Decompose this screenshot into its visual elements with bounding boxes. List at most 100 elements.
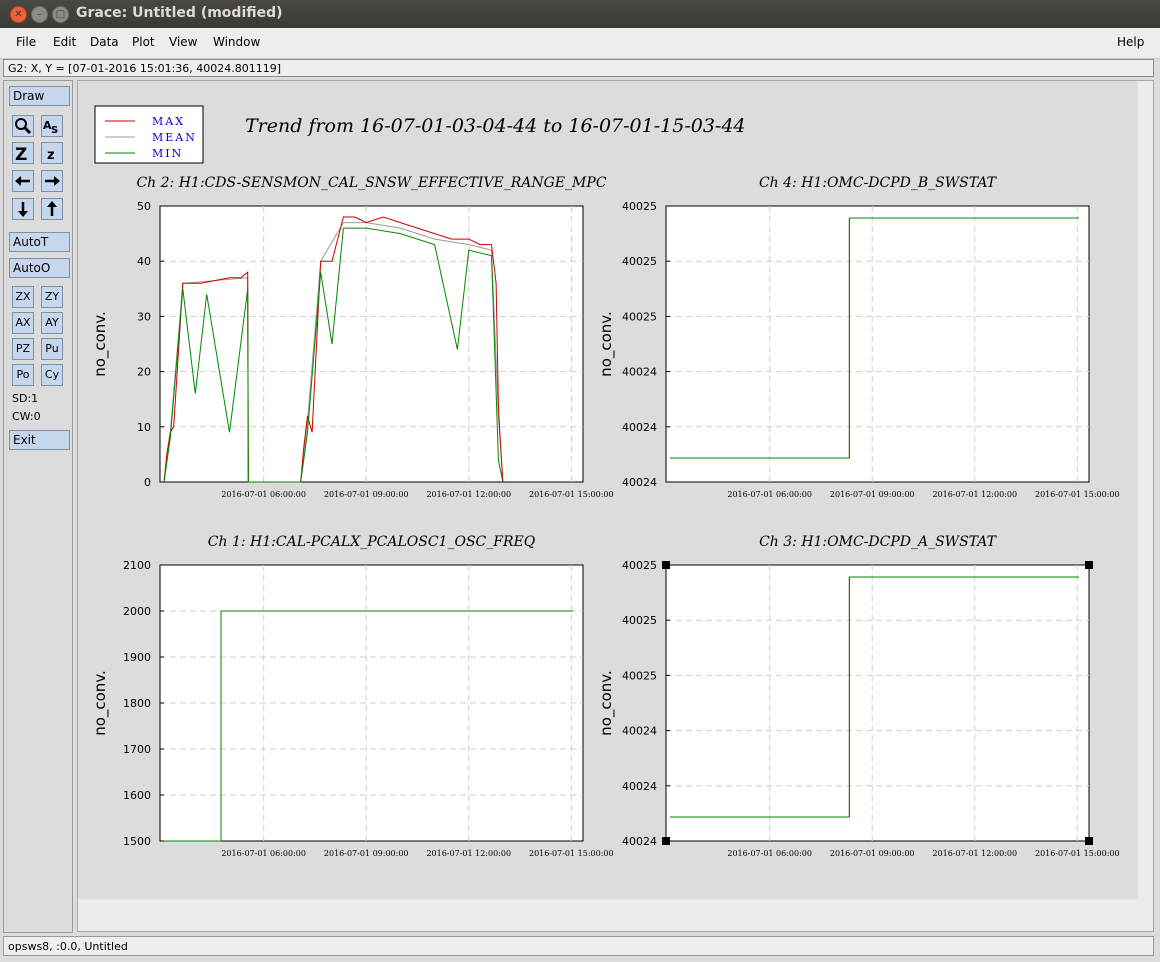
y-tick-label: 1700 [123, 743, 151, 756]
autoscale-text-button[interactable]: AS [41, 115, 63, 137]
x-tick-label: 2016-07-01 12:00:00 [932, 849, 1017, 858]
svg-text:Z: Z [15, 145, 27, 163]
pop-button[interactable]: Po [12, 364, 34, 386]
x-tick-label: 2016-07-01 15:00:00 [529, 490, 614, 499]
y-tick-label: 40025 [622, 559, 657, 572]
y-tick-label: 1500 [123, 835, 151, 848]
menu-help[interactable]: Help [1117, 35, 1144, 49]
window-close-button[interactable]: ✕ [10, 6, 27, 23]
chart-panel [665, 564, 1090, 842]
y-tick-label: 1600 [123, 789, 151, 802]
y-tick-label: 40024 [622, 835, 657, 848]
y-tick-label: 30 [137, 310, 151, 323]
selection-handle [1085, 837, 1093, 845]
y-tick-label: 40025 [622, 614, 657, 627]
x-tick-label: 2016-07-01 15:00:00 [529, 849, 614, 858]
chart-panel [159, 205, 584, 483]
zoom-in-z-icon: Z [15, 145, 27, 165]
scroll-up-button[interactable] [41, 198, 63, 220]
x-tick-label: 2016-07-01 06:00:00 [727, 490, 812, 499]
exit-button[interactable]: Exit [9, 430, 70, 450]
arrow-left-icon [15, 176, 30, 186]
magnifier-icon [15, 118, 32, 135]
autoscale-y-button[interactable]: AY [41, 312, 63, 334]
current-world-label: CW:0 [12, 410, 41, 423]
autoscale-x-button[interactable]: AX [12, 312, 34, 334]
chart-panel [665, 205, 1090, 483]
x-tick-label: 2016-07-01 06:00:00 [727, 849, 812, 858]
y-tick-label: 0 [144, 476, 151, 489]
push-button[interactable]: Pu [41, 338, 63, 360]
y-axis-label: no_conv. [91, 670, 110, 736]
x-tick-label: 2016-07-01 15:00:00 [1035, 849, 1120, 858]
chart-title: Ch 4: H1:OMC-DCPD_B_SWSTAT [759, 175, 998, 191]
chart-panel [159, 564, 584, 842]
y-axis-label: no_conv. [597, 670, 616, 736]
scroll-left-button[interactable] [12, 170, 34, 192]
legend-label-min: MIN [152, 147, 183, 160]
y-tick-label: 40024 [622, 476, 657, 489]
tool-panel: Draw AS Z z AutoT AutoO ZX ZY AX AY PZ P… [3, 80, 73, 933]
y-tick-label: 40025 [622, 669, 657, 682]
autoscale-ticks-button[interactable]: AutoT [9, 232, 70, 252]
y-tick-label: 10 [137, 421, 151, 434]
window-maximize-button[interactable]: □ [52, 6, 69, 23]
plot-area [159, 205, 584, 483]
selection-handle [662, 561, 670, 569]
x-tick-label: 2016-07-01 12:00:00 [426, 849, 511, 858]
canvas-area[interactable]: MAX MEAN MIN Trend from 16-07-01-03-04-44 t… [77, 80, 1154, 932]
y-tick-label: 1900 [123, 651, 151, 664]
plot-area [665, 205, 1090, 483]
zoom-x-button[interactable]: ZX [12, 286, 34, 308]
y-tick-label: 40 [137, 255, 151, 268]
y-tick-label: 1800 [123, 697, 151, 710]
status-bar: opsws8, :0.0, Untitled [3, 936, 1154, 956]
zoom-out-z-icon: z [47, 148, 55, 163]
y-axis-label: no_conv. [91, 311, 110, 377]
plot-area [665, 564, 1090, 842]
autoscale-on-button[interactable]: AutoO [9, 258, 70, 278]
cycle-button[interactable]: Cy [41, 364, 63, 386]
menu-window[interactable]: Window [213, 35, 260, 49]
draw-button[interactable]: Draw [9, 86, 70, 106]
y-tick-label: 40024 [622, 421, 657, 434]
menubar: File Edit Data Plot View Window Help [0, 28, 1160, 59]
menu-data[interactable]: Data [90, 35, 119, 49]
x-tick-label: 2016-07-01 12:00:00 [932, 490, 1017, 499]
chart-title: Ch 1: H1:CAL-PCALX_PCALOSC1_OSC_FREQ [208, 534, 536, 550]
locator-bar: G2: X, Y = [07-01-2016 15:01:36, 40024.8… [3, 59, 1154, 77]
window-minimize-button[interactable]: – [31, 6, 48, 23]
chart-title: Ch 3: H1:OMC-DCPD_A_SWSTAT [759, 534, 998, 550]
y-tick-label: 2100 [123, 559, 151, 572]
scroll-right-button[interactable] [41, 170, 63, 192]
zoom-in-button[interactable]: Z [12, 142, 34, 165]
x-tick-label: 2016-07-01 12:00:00 [426, 490, 511, 499]
menu-view[interactable]: View [169, 35, 197, 49]
arrow-up-icon [47, 201, 57, 216]
x-tick-label: 2016-07-01 09:00:00 [324, 490, 409, 499]
scroll-down-button[interactable] [12, 198, 34, 220]
text-scale-icon: AS [43, 119, 58, 136]
x-tick-label: 2016-07-01 15:00:00 [1035, 490, 1120, 499]
legend-label-max: MAX [152, 115, 185, 128]
selection-handle [662, 837, 670, 845]
svg-text:S: S [51, 125, 58, 136]
zoom-button[interactable] [12, 115, 34, 137]
zoom-out-button[interactable]: z [41, 142, 63, 164]
x-tick-label: 2016-07-01 06:00:00 [221, 490, 306, 499]
menu-plot[interactable]: Plot [132, 35, 155, 49]
push-zoom-button[interactable]: PZ [12, 338, 34, 360]
x-tick-label: 2016-07-01 09:00:00 [830, 849, 915, 858]
y-tick-label: 20 [137, 366, 151, 379]
window-titlebar: ✕ – □ Grace: Untitled (modified) [0, 0, 1160, 28]
arrow-right-icon [45, 176, 60, 186]
y-tick-label: 40025 [622, 200, 657, 213]
canvas-title: Trend from 16-07-01-03-04-44 to 16-07-01… [245, 115, 746, 137]
menu-file[interactable]: File [16, 35, 36, 49]
selection-handle [1085, 561, 1093, 569]
chart-title: Ch 2: H1:CDS-SENSMON_CAL_SNSW_EFFECTIVE_… [136, 175, 606, 191]
y-tick-label: 40024 [622, 366, 657, 379]
zoom-y-button[interactable]: ZY [41, 286, 63, 308]
plot-canvas[interactable]: MAX MEAN MIN Trend from 16-07-01-03-04-44 t… [78, 81, 1153, 931]
menu-edit[interactable]: Edit [53, 35, 76, 49]
